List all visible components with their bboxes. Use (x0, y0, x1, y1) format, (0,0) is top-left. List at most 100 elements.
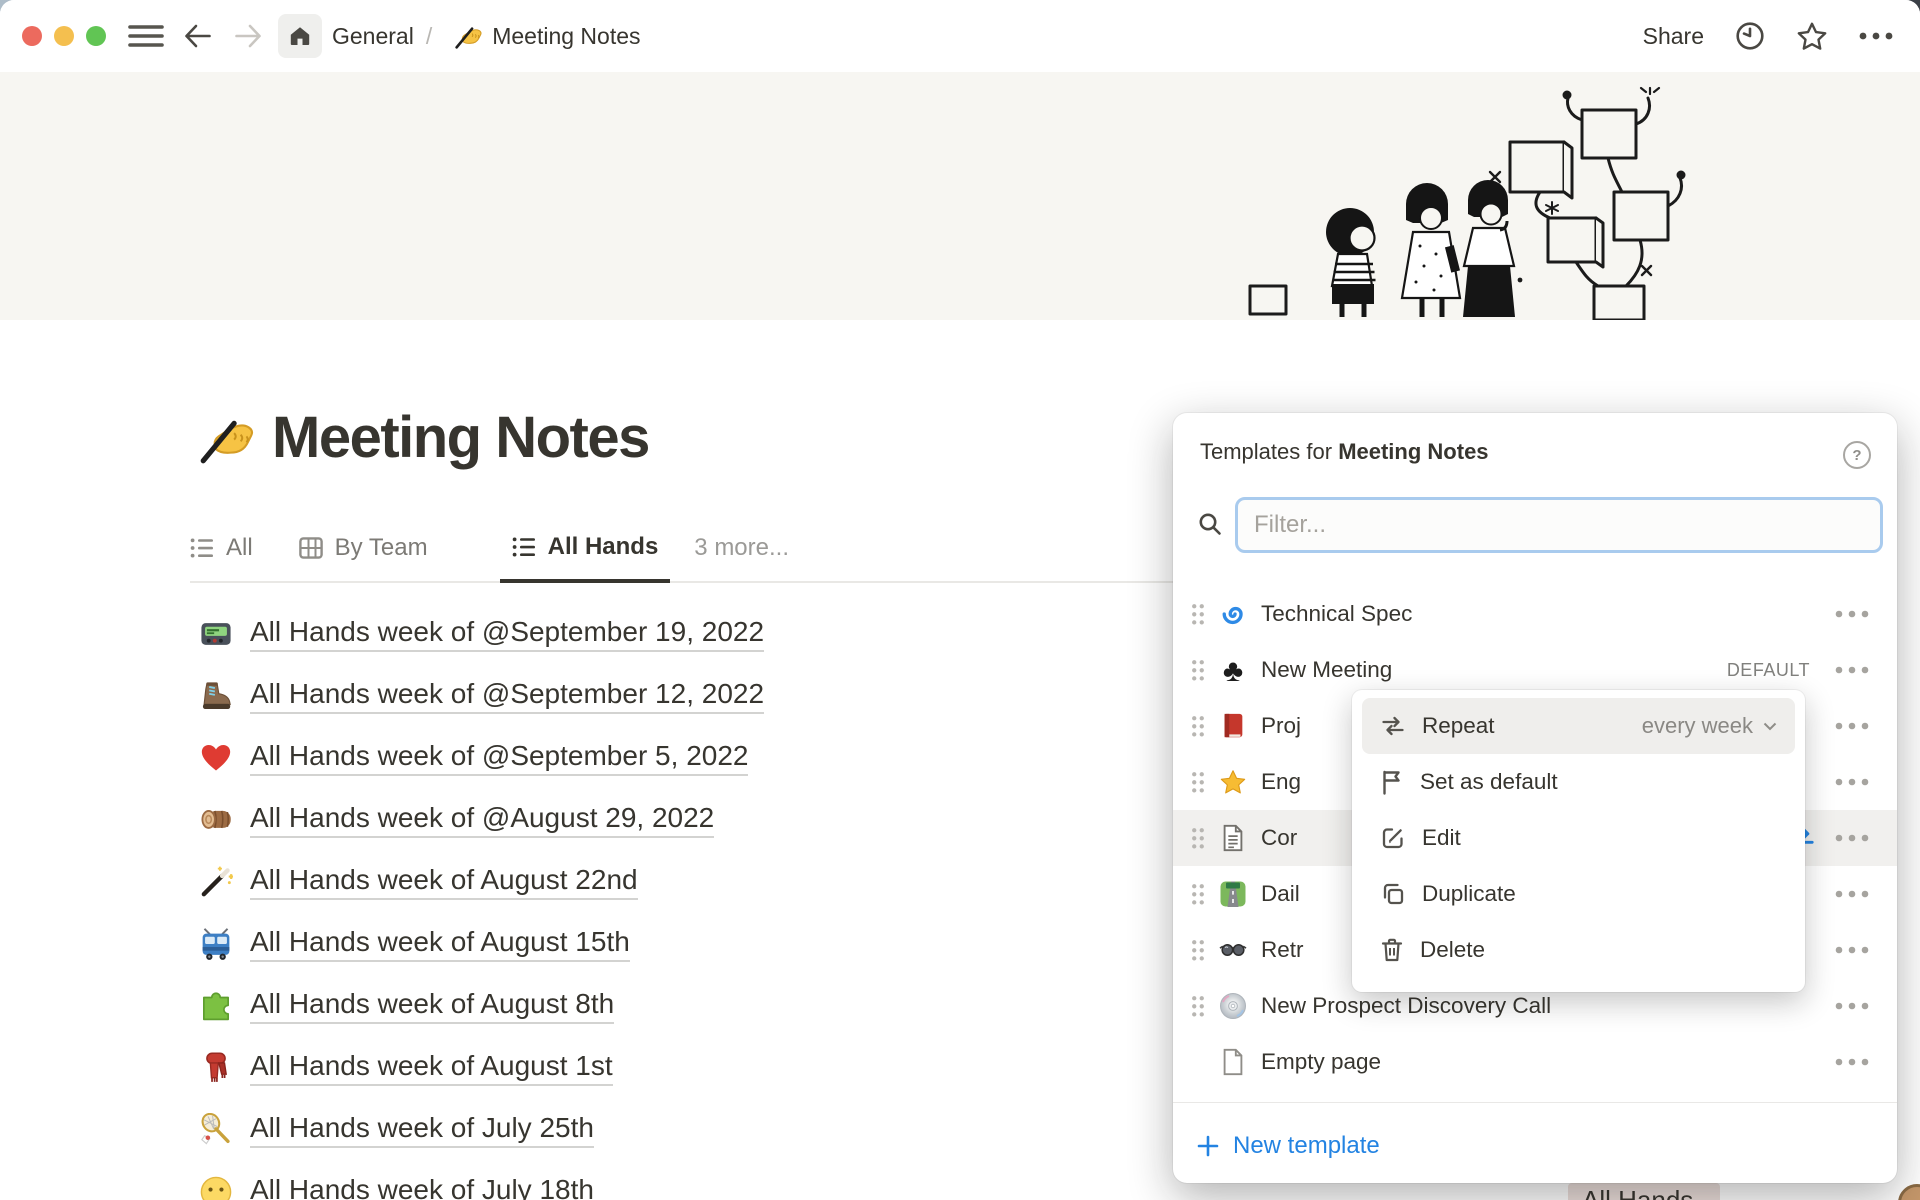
template-row[interactable]: Technical Spec (1173, 586, 1897, 642)
back-button[interactable] (178, 17, 216, 55)
puzzle-piece-emoji (198, 988, 234, 1024)
menu-item-set-as-default[interactable]: Set as default (1362, 754, 1795, 810)
row-more-options-button[interactable] (1835, 666, 1869, 674)
motorway-emoji (1218, 879, 1248, 909)
forward-button[interactable] (230, 17, 268, 55)
popup-title-subject: Meeting Notes (1338, 439, 1488, 464)
star-outline-icon (1796, 21, 1828, 51)
list-item-title: All Hands week of @August 29, 2022 (250, 802, 714, 838)
duplicate-icon (1380, 881, 1406, 907)
default-badge: DEFAULT (1727, 660, 1810, 681)
breadcrumb-section-label: General (332, 23, 414, 49)
list-item[interactable]: All Hands week of August 15th (198, 913, 978, 975)
template-name: Empty page (1261, 1049, 1822, 1075)
repeat-icon (1380, 714, 1406, 738)
writing-hand-icon[interactable] (198, 412, 254, 464)
drag-handle-icon[interactable] (1191, 771, 1205, 793)
forward-arrow-icon (234, 23, 264, 49)
close-window-button[interactable] (22, 26, 42, 46)
page-title-row: Meeting Notes (198, 404, 649, 471)
updates-button[interactable] (1734, 20, 1766, 52)
row-more-options-button[interactable] (1835, 890, 1869, 898)
new-template-label: New template (1233, 1132, 1380, 1160)
drag-handle-icon[interactable] (1191, 603, 1205, 625)
menu-item-repeat[interactable]: Repeat every week (1362, 698, 1795, 754)
page-list: All Hands week of @September 19, 2022 Al… (198, 603, 978, 1200)
help-button[interactable]: ? (1843, 441, 1871, 469)
hamburger-icon (128, 23, 164, 49)
list-item[interactable]: All Hands week of @September 19, 2022 (198, 603, 978, 665)
breadcrumb-section[interactable]: General (332, 23, 414, 50)
menu-item-duplicate[interactable]: Duplicate (1362, 866, 1795, 922)
list-item[interactable]: All Hands week of @August 29, 2022 (198, 789, 978, 851)
template-context-menu: Repeat every week Set as default Edit Du… (1352, 690, 1805, 992)
tab-all[interactable]: All (190, 534, 265, 580)
window-topbar: General / Meeting Notes Share (0, 0, 1920, 72)
tab-more-views[interactable]: 3 more... (670, 534, 801, 580)
template-row[interactable]: Empty page (1173, 1034, 1897, 1090)
drag-handle-icon[interactable] (1191, 659, 1205, 681)
drag-handle-icon[interactable] (1191, 715, 1205, 737)
row-more-options-button[interactable] (1835, 834, 1869, 842)
page-title[interactable]: Meeting Notes (272, 404, 649, 471)
filter-input[interactable] (1235, 497, 1883, 553)
share-button[interactable]: Share (1643, 23, 1704, 50)
list-item[interactable]: All Hands week of July 25th (198, 1099, 978, 1161)
breadcrumb-separator: / (426, 23, 432, 50)
magic-wand-emoji (198, 864, 234, 900)
chevron-down-icon (1763, 722, 1777, 731)
popup-divider (1173, 1102, 1897, 1103)
row-more-options-button[interactable] (1835, 778, 1869, 786)
empty-page-icon (1218, 1047, 1248, 1077)
list-item-title: All Hands week of @September 12, 2022 (250, 678, 764, 714)
row-more-options-button[interactable] (1835, 946, 1869, 954)
cyclone-emoji (1218, 599, 1248, 629)
row-more-options-button[interactable] (1835, 1058, 1869, 1066)
clock-icon (1734, 20, 1766, 52)
trash-icon (1380, 937, 1404, 963)
more-options-button[interactable] (1858, 31, 1894, 41)
ellipsis-icon (1858, 31, 1894, 41)
menu-item-label: Set as default (1420, 769, 1558, 795)
tab-all-hands[interactable]: All Hands (500, 533, 671, 583)
scarf-emoji (198, 1050, 234, 1086)
list-item[interactable]: All Hands week of July 18th (198, 1161, 978, 1200)
zoom-window-button[interactable] (86, 26, 106, 46)
partial-emoji (1898, 1184, 1920, 1200)
list-item[interactable]: All Hands week of @September 5, 2022 (198, 727, 978, 789)
hiking-boot-emoji (198, 678, 234, 714)
search-icon (1197, 511, 1223, 537)
list-item-title: All Hands week of @September 19, 2022 (250, 616, 764, 652)
drag-handle-icon[interactable] (1191, 883, 1205, 905)
tab-by-team[interactable]: By Team (287, 534, 440, 580)
list-item[interactable]: All Hands week of August 1st (198, 1037, 978, 1099)
all-hands-tag[interactable]: All Hands (1568, 1183, 1720, 1200)
favorite-button[interactable] (1796, 21, 1828, 51)
popup-title: Templates for Meeting Notes (1200, 439, 1489, 465)
writing-hand-icon (454, 23, 482, 49)
repeat-frequency-dropdown[interactable]: every week (1642, 713, 1777, 739)
row-more-options-button[interactable] (1835, 1002, 1869, 1010)
pager-emoji (198, 616, 234, 652)
new-template-button[interactable]: New template (1197, 1115, 1873, 1177)
minimize-window-button[interactable] (54, 26, 74, 46)
drag-handle-icon[interactable] (1191, 827, 1205, 849)
breadcrumb-page[interactable]: Meeting Notes (454, 23, 640, 50)
drag-handle-icon[interactable] (1191, 995, 1205, 1017)
menu-item-delete[interactable]: Delete (1362, 922, 1795, 978)
home-button[interactable] (278, 14, 322, 58)
tag-label: All Hands (1568, 1183, 1720, 1200)
drag-handle-icon[interactable] (1191, 939, 1205, 961)
menu-item-label: Repeat (1422, 713, 1495, 739)
row-more-options-button[interactable] (1835, 610, 1869, 618)
topbar-actions: Share (1643, 20, 1894, 52)
row-more-options-button[interactable] (1835, 722, 1869, 730)
window-controls (22, 26, 106, 46)
bulleted-list-icon (512, 536, 536, 558)
list-item[interactable]: All Hands week of August 22nd (198, 851, 978, 913)
bulleted-list-icon (190, 537, 214, 559)
list-item[interactable]: All Hands week of August 8th (198, 975, 978, 1037)
list-item[interactable]: All Hands week of @September 12, 2022 (198, 665, 978, 727)
menu-item-edit[interactable]: Edit (1362, 810, 1795, 866)
sidebar-menu-button[interactable] (128, 23, 164, 49)
